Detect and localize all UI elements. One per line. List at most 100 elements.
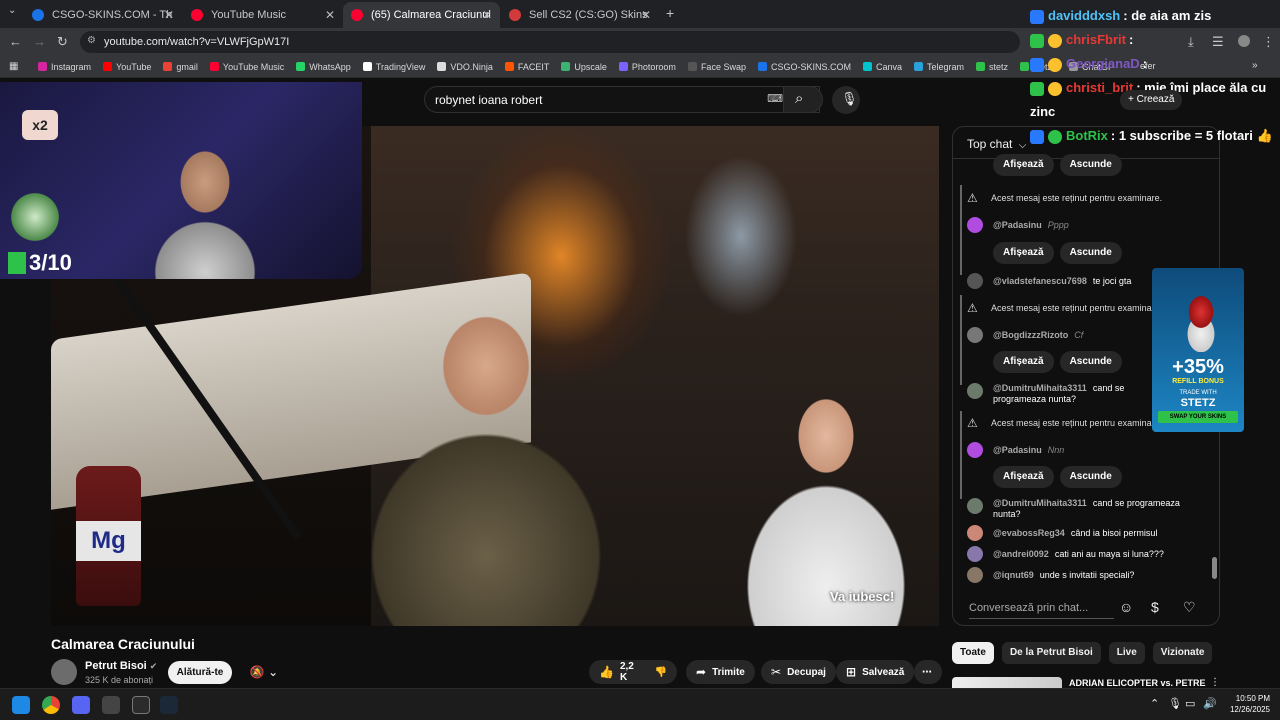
tab-csgo-skins[interactable]: CSGO-SKINS.COM - The best C ✕ — [24, 2, 182, 28]
create-label: Creează — [1136, 94, 1175, 105]
hide-button[interactable]: Ascunde — [1059, 242, 1122, 264]
bookmark-label: YouTube — [116, 61, 152, 72]
search-input[interactable]: robynet ioana robert ⌨ ✕ — [424, 86, 820, 113]
bookmark-youtube[interactable]: YouTube — [103, 62, 151, 72]
avatar — [967, 546, 983, 562]
chat-input[interactable]: Conversează prin chat... — [969, 597, 1114, 619]
video-person-1 — [326, 296, 646, 626]
bookmark-youtube-music[interactable]: YouTube Music — [209, 62, 284, 72]
chat-username[interactable]: @vladstefanescu7698 — [993, 276, 1087, 286]
discord-icon[interactable] — [72, 696, 90, 714]
close-icon[interactable]: ✕ — [482, 8, 492, 22]
share-button[interactable]: ➦ Trimite — [686, 660, 755, 684]
hide-button[interactable]: Ascunde — [1059, 466, 1122, 488]
bookmark-telegram[interactable]: Telegram — [914, 62, 964, 72]
network-icon[interactable]: ▭ — [1185, 697, 1195, 710]
ad-cta-button[interactable]: SWAP YOUR SKINS — [1158, 411, 1238, 423]
chat-username[interactable]: @DumitruMihaita3311 — [993, 383, 1087, 393]
badge-icon — [1030, 10, 1044, 24]
channel-name-row[interactable]: Petrut Bisoi ✔ — [85, 660, 157, 672]
bookmark-instagram[interactable]: Instagram — [38, 62, 91, 72]
stetz-ad[interactable]: +35% REFILL BONUS TRADE WITH STETZ SWAP … — [1152, 268, 1244, 432]
steam-icon[interactable] — [160, 696, 178, 714]
tab-sell-cs2[interactable]: Sell CS2 (CS:GO) Skins | Best CS ✕ — [501, 2, 659, 28]
more-icon[interactable]: ⋮ — [1210, 677, 1220, 688]
bookmark-csgo-skins[interactable]: CSGO-SKINS.COM — [757, 62, 851, 72]
chat-username[interactable]: @BogdizzzRizoto — [993, 330, 1068, 340]
chat-scrollbar[interactable] — [1212, 557, 1217, 579]
chat-username[interactable]: @evabossReg34 — [993, 528, 1065, 538]
show-button[interactable]: Afișează — [993, 466, 1054, 488]
site-info-icon[interactable]: ⚙ — [87, 35, 96, 46]
reload-icon[interactable]: ↻ — [57, 34, 68, 50]
like-icon[interactable]: 👍 — [599, 665, 614, 679]
like-count[interactable]: 2,2 K — [620, 661, 641, 683]
tray-chevron-icon[interactable]: ⌃ — [1150, 697, 1159, 710]
back-icon[interactable]: ← — [9, 34, 22, 49]
notification-bell-button[interactable]: 🔕 ⌄ — [240, 661, 288, 684]
chrome-icon[interactable] — [42, 696, 60, 714]
hide-button[interactable]: Ascunde — [1059, 154, 1122, 176]
bookmark-photoroom[interactable]: Photoroom — [618, 62, 676, 72]
join-button[interactable]: Alătură-te — [168, 661, 232, 684]
forward-icon[interactable]: → — [33, 34, 46, 49]
tab-youtube-music[interactable]: YouTube Music ✕ — [183, 2, 343, 28]
windows-start-icon[interactable] — [12, 696, 30, 714]
chat-username[interactable]: @andrei0092 — [993, 549, 1049, 559]
file-explorer-icon[interactable] — [102, 696, 120, 714]
bookmark-face-swap[interactable]: Face Swap — [687, 61, 746, 72]
tab-search-icon[interactable]: ⌄ — [8, 5, 16, 16]
bookmark-label: Face Swap — [700, 61, 746, 72]
bookmark-faceit[interactable]: FACEIT — [504, 62, 549, 72]
recommended-title[interactable]: ADRIAN ELICOPTER vs. PETRE — [1069, 678, 1206, 688]
keyboard-icon[interactable]: ⌨ — [767, 92, 783, 105]
save-button[interactable]: ⊞ Salvează — [836, 660, 915, 684]
chip-channel[interactable]: De la Petrut Bisoi — [1001, 642, 1101, 664]
hide-button[interactable]: Ascunde — [1059, 351, 1122, 373]
bookmark-gmail[interactable]: gmail — [163, 62, 198, 72]
close-icon[interactable]: ✕ — [164, 8, 174, 22]
close-icon[interactable]: ✕ — [641, 8, 651, 22]
create-button[interactable]: + Creează — [1120, 90, 1183, 110]
close-icon[interactable]: ✕ — [325, 8, 335, 22]
chevron-down-icon[interactable]: ⌵ — [1019, 140, 1027, 151]
search-button[interactable]: ⌕ — [783, 86, 823, 113]
recommended-thumbnail[interactable] — [952, 677, 1062, 688]
chip-watched[interactable]: Vizionate — [1152, 642, 1213, 664]
more-actions-button[interactable]: ⋯ — [914, 660, 942, 684]
tab-favicon-icon — [32, 9, 44, 21]
chat-username[interactable]: @iqnut69 — [993, 570, 1034, 580]
tab-calmarea[interactable]: (65) Calmarea Craciunului - ✕ — [343, 2, 500, 28]
dislike-icon[interactable]: 👎 — [655, 667, 667, 678]
super-chat-icon[interactable]: $ — [1151, 599, 1159, 615]
show-button[interactable]: Afișează — [993, 242, 1054, 264]
bookmark-stetz[interactable]: stetz — [976, 62, 1008, 72]
show-button[interactable]: Afișează — [993, 154, 1054, 176]
chip-live[interactable]: Live — [1108, 642, 1145, 664]
bookmark-tradingview[interactable]: TradingView — [362, 62, 425, 72]
show-button[interactable]: Afișează — [993, 351, 1054, 373]
emoji-icon[interactable]: ☺ — [1119, 599, 1133, 615]
held-actions: Afișează Ascunde — [993, 154, 1128, 176]
clip-button[interactable]: ✂ Decupaj — [761, 660, 836, 684]
chip-all[interactable]: Toate — [952, 642, 994, 664]
microphone-icon[interactable]: 🎙 — [1168, 697, 1182, 710]
obs-icon[interactable] — [132, 696, 150, 714]
bookmark-whatsapp[interactable]: WhatsApp — [296, 62, 351, 72]
bookmark-label: Canva — [875, 61, 902, 72]
url-field[interactable]: ⚙ youtube.com/watch?v=VLWFjGpW17I — [80, 31, 1020, 53]
new-tab-icon[interactable]: + — [666, 5, 674, 21]
channel-avatar[interactable] — [51, 659, 77, 685]
bookmark-vdo-ninja[interactable]: VDO.Ninja — [437, 62, 493, 72]
chat-username[interactable]: @Padasinu — [993, 445, 1042, 455]
volume-icon[interactable]: 🔊 — [1203, 697, 1217, 710]
chat-username[interactable]: @Padasinu — [993, 220, 1042, 230]
apps-icon[interactable]: ▦ — [9, 61, 18, 72]
bookmark-canva[interactable]: Canva — [862, 61, 902, 72]
heart-icon[interactable]: ♡ — [1183, 599, 1196, 616]
voice-search-button[interactable]: 🎙 — [832, 86, 860, 114]
bookmark-upscale[interactable]: Upscale — [561, 62, 607, 72]
chat-username[interactable]: @DumitruMihaita3311 — [993, 498, 1087, 508]
chat-mode-label[interactable]: Top chat — [967, 137, 1012, 151]
taskbar-clock[interactable]: 10:50 PM 12/26/2025 — [1222, 693, 1270, 715]
